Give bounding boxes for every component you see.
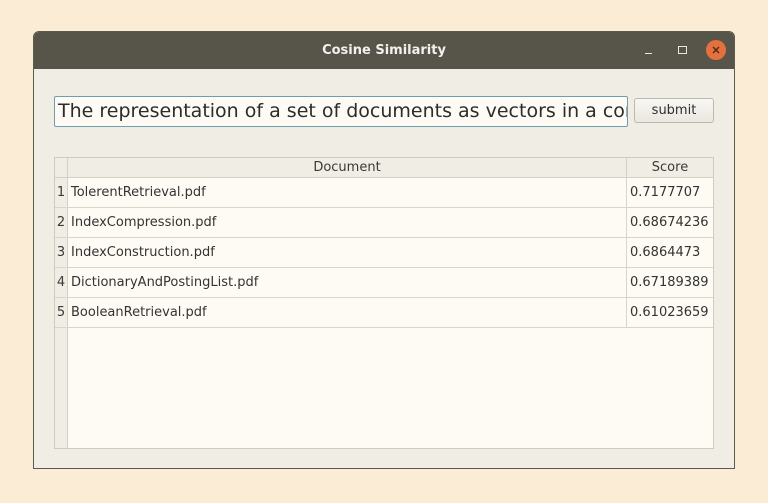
results-table: Document Score 1 TolerentRetrieval.pdf 0…: [54, 157, 714, 449]
row-number[interactable]: 3: [55, 238, 68, 267]
table-row[interactable]: 1 TolerentRetrieval.pdf 0.7177707: [55, 178, 713, 208]
document-cell[interactable]: IndexCompression.pdf: [68, 208, 627, 237]
close-icon: [712, 46, 720, 54]
title-bar[interactable]: Cosine Similarity: [34, 32, 734, 69]
document-cell[interactable]: BooleanRetrieval.pdf: [68, 298, 627, 327]
row-number[interactable]: 1: [55, 178, 68, 207]
app-window: Cosine Similarity The representation of …: [33, 31, 735, 469]
query-input[interactable]: The representation of a set of documents…: [54, 96, 628, 127]
table-row[interactable]: 3 IndexConstruction.pdf 0.6864473: [55, 238, 713, 268]
document-cell[interactable]: IndexConstruction.pdf: [68, 238, 627, 267]
score-cell[interactable]: 0.7177707: [627, 178, 713, 207]
score-cell[interactable]: 0.61023659: [627, 298, 713, 327]
row-number[interactable]: 4: [55, 268, 68, 297]
submit-button[interactable]: submit: [634, 98, 714, 123]
table-row[interactable]: 5 BooleanRetrieval.pdf 0.61023659: [55, 298, 713, 328]
document-cell[interactable]: DictionaryAndPostingList.pdf: [68, 268, 627, 297]
table-corner[interactable]: [55, 158, 68, 178]
maximize-button[interactable]: [672, 40, 692, 60]
minimize-button[interactable]: [638, 40, 658, 60]
table-row[interactable]: 2 IndexCompression.pdf 0.68674236: [55, 208, 713, 238]
score-cell[interactable]: 0.68674236: [627, 208, 713, 237]
maximize-icon: [677, 46, 687, 54]
table-row[interactable]: 4 DictionaryAndPostingList.pdf 0.6718938…: [55, 268, 713, 298]
score-cell[interactable]: 0.6864473: [627, 238, 713, 267]
column-header-document[interactable]: Document: [68, 158, 627, 178]
window-title: Cosine Similarity: [322, 43, 446, 58]
score-cell[interactable]: 0.67189389: [627, 268, 713, 297]
row-number[interactable]: 2: [55, 208, 68, 237]
row-number[interactable]: 5: [55, 298, 68, 327]
minimize-icon: [644, 52, 652, 54]
close-button[interactable]: [706, 40, 726, 60]
document-cell[interactable]: TolerentRetrieval.pdf: [68, 178, 627, 207]
table-body: 1 TolerentRetrieval.pdf 0.7177707 2 Inde…: [55, 178, 713, 328]
column-header-score[interactable]: Score: [627, 158, 713, 178]
